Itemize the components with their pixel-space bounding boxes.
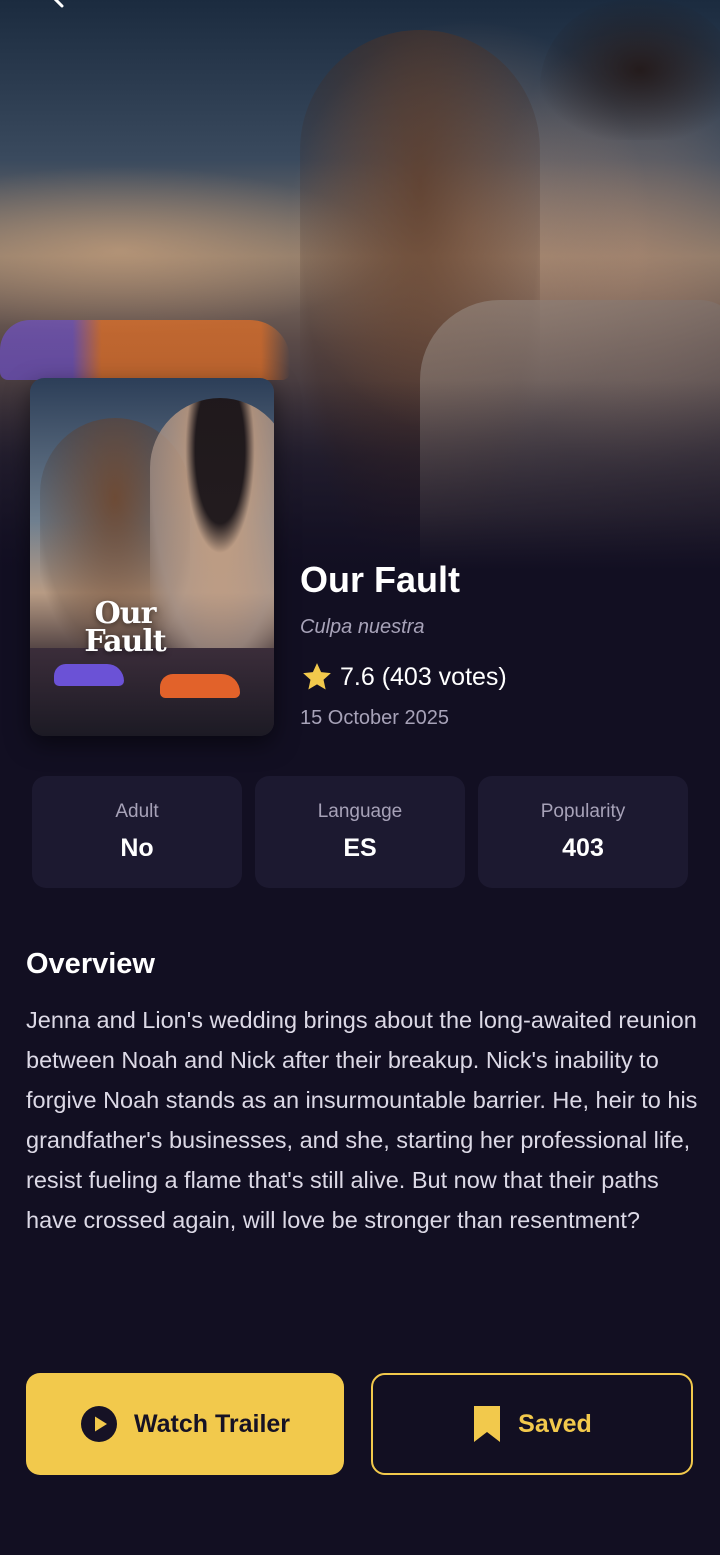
overview-text: Jenna and Lion's wedding brings about th… xyxy=(26,1007,698,1233)
stat-label: Adult xyxy=(115,801,159,822)
movie-title: Our Fault xyxy=(300,559,460,600)
stat-value: ES xyxy=(343,834,377,862)
original-title: Culpa nuestra xyxy=(300,616,425,638)
rating: 7.6 (403 votes) xyxy=(300,660,507,694)
back-arrow-icon[interactable] xyxy=(50,0,82,8)
movie-poster: Our Fault xyxy=(30,378,274,736)
stat-value: 403 xyxy=(562,834,604,862)
stat-label: Language xyxy=(317,801,403,822)
bookmark-icon xyxy=(472,1404,502,1444)
stat-label: Popularity xyxy=(540,801,626,822)
poster-title-logo: Our Fault xyxy=(84,596,166,659)
overview-heading: Overview xyxy=(26,948,155,980)
backdrop-cars xyxy=(0,320,290,380)
star-icon xyxy=(300,660,334,694)
watch-trailer-label: Watch Trailer xyxy=(133,1409,291,1438)
watch-trailer-button[interactable]: Watch Trailer xyxy=(26,1373,344,1475)
poster-car-purple xyxy=(54,664,124,686)
stat-card-language: Language ES xyxy=(255,776,465,888)
play-circle-icon xyxy=(80,1405,118,1443)
rating-text: 7.6 (403 votes) xyxy=(340,662,507,691)
stat-card-adult: Adult No xyxy=(32,776,242,888)
backdrop-figure-man xyxy=(540,0,720,140)
saved-button[interactable]: Saved xyxy=(371,1373,693,1475)
poster-car-orange xyxy=(160,674,240,698)
release-date: 15 October 2025 xyxy=(300,707,449,729)
movie-detail-screen: Our Fault Our Fault Culpa nuestra 7.6 (4… xyxy=(0,0,720,1555)
saved-label: Saved xyxy=(518,1409,592,1438)
stats-row: Adult No Language ES Popularity 403 xyxy=(32,776,688,888)
stat-card-popularity: Popularity 403 xyxy=(478,776,688,888)
stat-value: No xyxy=(120,834,154,862)
